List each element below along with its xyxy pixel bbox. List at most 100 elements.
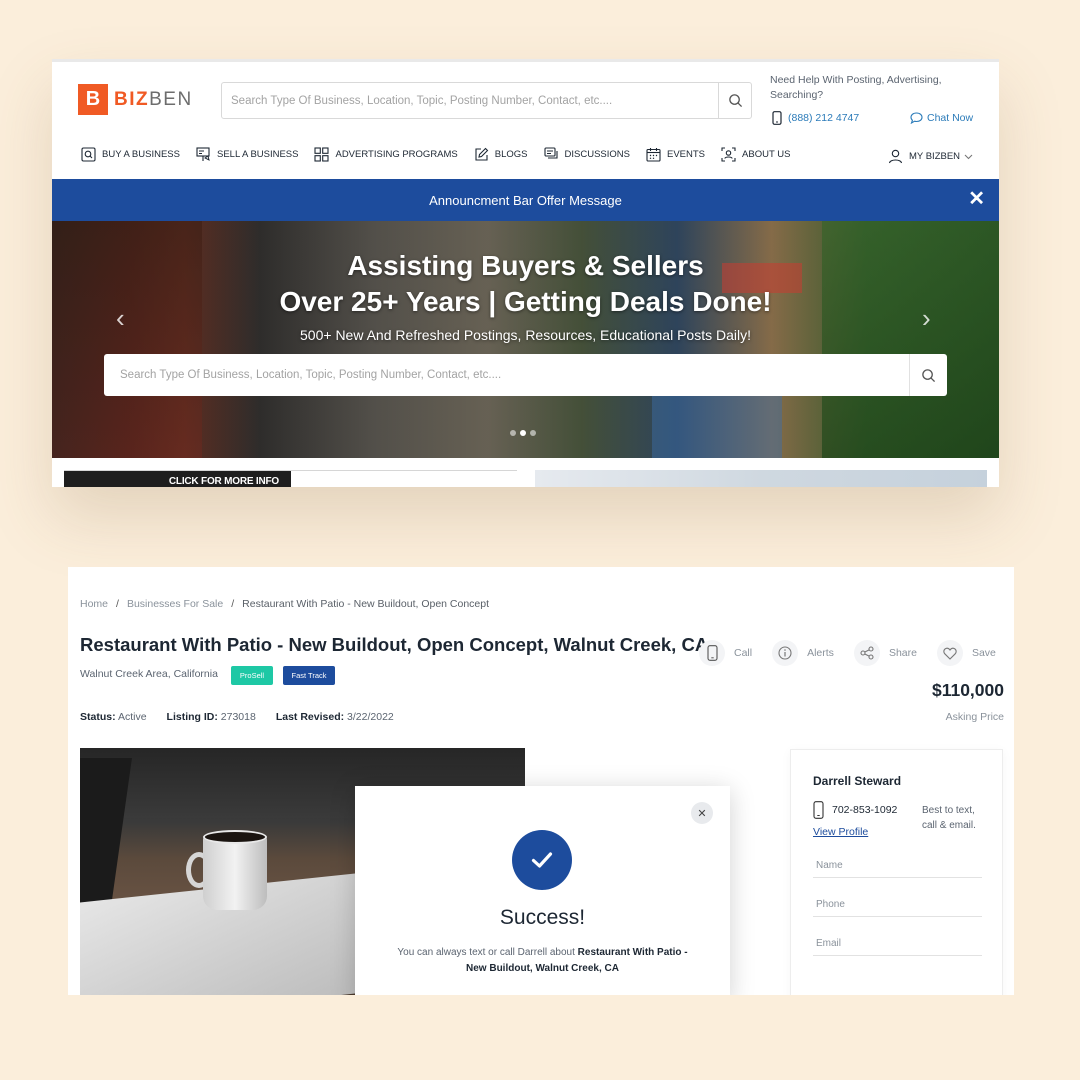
header-search-button[interactable] xyxy=(718,83,751,118)
breadcrumb-businesses[interactable]: Businesses For Sale xyxy=(127,598,223,610)
promo-cta: CLICK FOR MORE INFO xyxy=(168,476,279,487)
contact-name: Darrell Steward xyxy=(813,774,902,788)
hero-search-input[interactable] xyxy=(104,369,909,381)
help-text: Need Help With Posting, Advertising, Sea… xyxy=(770,74,942,101)
chat-icon xyxy=(543,147,559,162)
success-modal: ✕ Success! You can always text or call D… xyxy=(355,786,730,995)
nav-label: DISCUSSIONS xyxy=(564,149,630,160)
close-icon[interactable]: ✕ xyxy=(968,189,985,209)
breadcrumb-current: Restaurant With Patio - New Buildout, Op… xyxy=(242,598,490,610)
user-icon xyxy=(888,149,903,164)
photo-mug xyxy=(203,834,267,910)
edit-icon xyxy=(474,147,489,162)
share-label: Share xyxy=(888,647,917,659)
alerts-button[interactable]: Alerts xyxy=(772,640,834,666)
hero-awning xyxy=(652,391,782,458)
sign-icon xyxy=(196,147,211,162)
promo-banner[interactable]: CLICK FOR MORE INFO xyxy=(64,471,291,487)
asking-price-label: Asking Price xyxy=(945,711,1004,723)
nav-label: ADVERTISING PROGRAMS xyxy=(335,149,458,160)
hero-search-bar xyxy=(104,354,947,396)
contact-phone-number: 702-853-1092 xyxy=(832,804,898,816)
breadcrumb: Home / Businesses For Sale / Restaurant … xyxy=(80,598,489,610)
listing-screenshot: Home / Businesses For Sale / Restaurant … xyxy=(68,567,1014,995)
nav-blogs[interactable]: BLOGS xyxy=(474,147,528,162)
listing-location: Walnut Creek Area, California xyxy=(80,668,218,680)
focus-user-icon xyxy=(721,147,736,162)
asking-price: $110,000 xyxy=(931,680,1004,700)
carousel-dot-active[interactable] xyxy=(520,430,526,436)
hero-title: Assisting Buyers & Sellers Over 25+ Year… xyxy=(279,250,772,317)
announcement-text: Announcment Bar Offer Message xyxy=(429,192,622,208)
chat-now-button[interactable]: Chat Now xyxy=(910,112,973,124)
nav-about-us[interactable]: ABOUT US xyxy=(721,147,790,162)
nav-buy-a-business[interactable]: BUY A BUSINESS xyxy=(81,147,180,162)
nav-label: EVENTS xyxy=(667,149,706,160)
fast-track-badge: Fast Track xyxy=(283,666,335,685)
close-icon[interactable]: ✕ xyxy=(691,802,713,824)
listing-id-info: Listing ID: 273018 xyxy=(166,711,256,723)
chevron-down-icon xyxy=(964,154,973,159)
header-search-bar xyxy=(221,82,752,119)
listing-meta: Status: Active Listing ID: 273018 Last R… xyxy=(80,711,414,723)
promo-image xyxy=(535,470,987,487)
hero-search-button[interactable] xyxy=(909,354,947,396)
call-button[interactable]: Call xyxy=(699,640,752,666)
heart-icon xyxy=(936,640,963,666)
listing-actions: Call Alerts Share Save xyxy=(699,640,996,666)
breadcrumb-home[interactable]: Home xyxy=(80,598,108,610)
grid-icon xyxy=(314,147,330,162)
hero-banner: ‹ › Assisting Buyers & Sellers Over 25+ … xyxy=(52,221,999,458)
header-phone-number: (888) 212 4747 xyxy=(788,112,860,124)
search-icon xyxy=(922,368,936,382)
name-field[interactable] xyxy=(813,854,982,878)
share-button[interactable]: Share xyxy=(853,640,917,666)
phone-field[interactable] xyxy=(813,893,982,917)
carousel-dot[interactable] xyxy=(530,430,536,436)
success-message: You can always text or call Darrell abou… xyxy=(397,947,688,974)
chat-now-label: Chat Now xyxy=(927,112,974,124)
logo-wordmark: BIZBEN xyxy=(114,88,193,110)
nav-sell-a-business[interactable]: SELL A BUSINESS xyxy=(196,147,299,162)
top-divider xyxy=(52,59,999,62)
photo-coffee xyxy=(203,830,267,844)
last-revised-info: Last Revised: 3/22/2022 xyxy=(275,711,394,723)
nav-label: SELL A BUSINESS xyxy=(216,149,299,160)
my-bizben-menu[interactable]: MY BIZBEN xyxy=(888,149,973,164)
announcement-bar: Announcment Bar Offer Message ✕ xyxy=(52,179,999,221)
nav-label: BLOGS xyxy=(494,149,528,160)
header-search-input[interactable] xyxy=(222,94,718,107)
view-profile-link[interactable]: View Profile xyxy=(813,826,868,838)
nav-advertising-programs[interactable]: ADVERTISING PROGRAMS xyxy=(314,147,458,162)
header-phone-link[interactable]: (888) 212 4747 xyxy=(772,111,859,125)
email-field[interactable] xyxy=(813,932,982,956)
nav-discussions[interactable]: DISCUSSIONS xyxy=(543,147,630,162)
prosell-badge: ProSell xyxy=(231,666,273,685)
calendar-icon xyxy=(646,147,661,162)
status-info: Status: Active xyxy=(80,711,147,723)
save-button[interactable]: Save xyxy=(936,640,996,666)
chat-bubble-icon xyxy=(910,112,923,124)
contact-card: Darrell Steward 702-853-1092 View Profil… xyxy=(790,749,1003,995)
homepage-screenshot: B BIZBEN Need Help With Posting, Adverti… xyxy=(52,59,999,487)
contact-phone[interactable]: 702-853-1092 xyxy=(813,801,897,819)
logo-mark: B xyxy=(78,84,108,115)
listing-title: Restaurant With Patio - New Buildout, Op… xyxy=(80,634,709,655)
success-title: Success! xyxy=(499,906,586,929)
mobile-phone-icon xyxy=(772,111,782,125)
my-bizben-label: MY BIZBEN xyxy=(909,151,961,162)
contact-hint: Best to text, call & email. xyxy=(922,805,976,831)
nav-label: ABOUT US xyxy=(742,149,791,160)
search-icon xyxy=(728,94,742,108)
info-icon xyxy=(772,640,799,666)
call-label: Call xyxy=(734,647,753,659)
search-square-icon xyxy=(81,147,96,162)
share-icon xyxy=(853,640,880,666)
carousel-dots xyxy=(510,430,540,436)
alerts-label: Alerts xyxy=(807,647,834,659)
mobile-phone-icon xyxy=(813,801,824,819)
nav-events[interactable]: EVENTS xyxy=(646,147,705,162)
carousel-dot[interactable] xyxy=(510,430,516,436)
checkmark-icon xyxy=(512,830,572,890)
bizben-logo[interactable]: B BIZBEN xyxy=(78,84,193,115)
